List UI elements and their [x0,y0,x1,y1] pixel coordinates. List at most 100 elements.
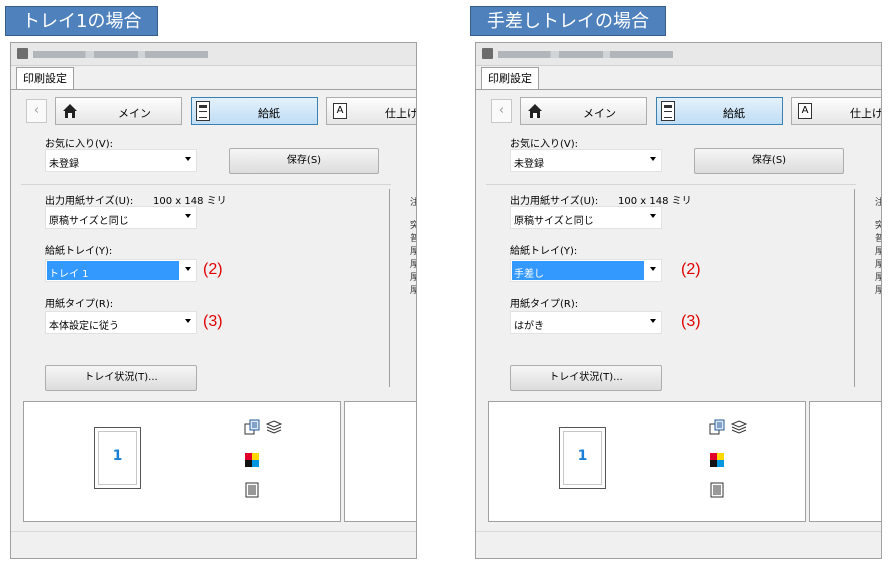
column-divider [854,189,855,387]
blurred-window-title [33,51,208,58]
chevron-down-icon [185,267,191,271]
paper-tray-icon [661,101,675,121]
printer-icon [17,48,28,59]
panel-tray1: トレイ1の場合 印刷設定 ‹ メイン 給紙 A 仕上げ お気に入り(V): 未登… [0,0,420,569]
chevron-down-icon [185,214,191,218]
output-size-label: 出力用紙サイズ(U): [45,196,134,207]
output-size-combo-value: 原稿サイズと同じ [514,216,594,227]
paper-tray-value: 手差し [514,269,544,280]
nav-prev-button[interactable]: ‹ [26,99,47,123]
favorites-label: お気に入り(V): [45,139,114,150]
nav-tab-main-label: メイン [118,107,151,120]
column-divider [389,189,390,387]
save-button[interactable]: 保存(S) [229,148,379,174]
nav-tab-main-label: メイン [583,107,616,120]
print-preview: 1 [23,401,341,522]
page-thumbnail: 1 [94,427,141,489]
document-icon [245,482,259,498]
home-icon [528,104,542,118]
copy-icon [244,419,260,435]
right-column-text: 突 [875,218,881,231]
paper-type-combo[interactable]: 本体設定に従う [45,311,197,334]
stack-icon [731,420,747,434]
tab-print-settings[interactable]: 印刷設定 [16,67,74,89]
nav-tab-main[interactable]: メイン [55,97,182,125]
nav-tab-paper[interactable]: 給紙 [191,97,318,125]
right-column-text: 厚 [875,270,881,283]
finishing-icon: A [798,103,812,119]
window-titlebar [11,43,416,66]
output-size-combo[interactable]: 原稿サイズと同じ [510,206,662,229]
home-icon [63,104,77,118]
output-size-combo-value: 原稿サイズと同じ [49,216,129,227]
favorites-combo[interactable]: 未登録 [510,149,662,172]
tray-status-button[interactable]: トレイ状況(T)... [45,365,197,391]
favorites-value: 未登録 [49,159,79,170]
favorites-combo[interactable]: 未登録 [45,149,197,172]
tray-status-button[interactable]: トレイ状況(T)... [510,365,662,391]
nav-prev-button[interactable]: ‹ [491,99,512,123]
output-size-combo[interactable]: 原稿サイズと同じ [45,206,197,229]
chevron-down-icon [185,319,191,323]
right-column-text: 厚 [875,244,881,257]
paper-tray-label: 給紙トレイ(Y): [45,246,113,257]
paper-tray-label: 給紙トレイ(Y): [510,246,578,257]
preview-secondary [809,401,881,522]
case-title: トレイ1の場合 [5,6,159,36]
right-column-text: 厚 [410,270,416,283]
right-column-text: 厚 [875,283,881,296]
color-icon [245,453,259,467]
nav-tab-paper[interactable]: 給紙 [656,97,783,125]
nav-tab-paper-label: 給紙 [258,107,280,120]
finishing-icon: A [333,103,347,119]
chevron-down-icon [650,214,656,218]
right-column-text: 厚 [875,257,881,270]
paper-tray-icon [196,101,210,121]
print-settings-window: 印刷設定 ‹ メイン 給紙 A 仕上げ お気に入り(V): 未登録 保存(S) … [475,42,882,559]
right-column-text: 普 [875,231,881,244]
favorites-label: お気に入り(V): [510,139,579,150]
paper-tray-value: トレイ 1 [49,269,89,280]
favorites-value: 未登録 [514,159,544,170]
chevron-down-icon [650,319,656,323]
output-size-value: 100 x 148 ミリ [153,196,227,207]
preview-secondary [344,401,416,522]
case-title: 手差しトレイの場合 [470,6,666,36]
paper-type-label: 用紙タイプ(R): [45,299,114,310]
right-column-text: 厚 [410,257,416,270]
tab-strip: 印刷設定 [11,65,416,90]
annotation-2: (2) [203,261,223,278]
nav-tab-finishing[interactable]: A 仕上げ [326,97,417,125]
copy-icon [709,419,725,435]
printer-icon [482,48,493,59]
print-settings-window: 印刷設定 ‹ メイン 給紙 A 仕上げ お気に入り(V): 未登録 保存(S) … [10,42,417,559]
page-thumbnail: 1 [559,427,606,489]
print-preview: 1 [488,401,806,522]
nav-tab-main[interactable]: メイン [520,97,647,125]
annotation-3: (3) [681,313,701,330]
annotation-3: (3) [203,313,223,330]
paper-tray-combo[interactable]: 手差し [510,259,662,282]
output-size-label: 出力用紙サイズ(U): [510,196,599,207]
category-nav: ‹ メイン 給紙 A 仕上げ [476,95,881,125]
paper-type-label: 用紙タイプ(R): [510,299,579,310]
tab-print-settings[interactable]: 印刷設定 [481,67,539,89]
right-column-text: 注 [875,195,881,208]
document-icon [710,482,724,498]
chevron-down-icon [650,157,656,161]
right-column-text: 突 [410,218,416,231]
output-size-value: 100 x 148 ミリ [618,196,692,207]
save-button[interactable]: 保存(S) [694,148,844,174]
paper-type-combo[interactable]: はがき [510,311,662,334]
nav-tab-finishing-label: 仕上げ [385,107,417,120]
paper-tray-combo[interactable]: トレイ 1 [45,259,197,282]
paper-type-value: 本体設定に従う [49,321,119,332]
panel-manual-feed: 手差しトレイの場合 印刷設定 ‹ メイン 給紙 A 仕上げ お気に入り(V): … [465,0,885,569]
nav-tab-finishing[interactable]: A 仕上げ [791,97,881,125]
preview-page-number: 1 [577,448,588,464]
window-footer [11,531,416,558]
section-divider [486,184,856,185]
window-footer [476,531,881,558]
chevron-down-icon [650,267,656,271]
tab-strip: 印刷設定 [476,65,881,90]
